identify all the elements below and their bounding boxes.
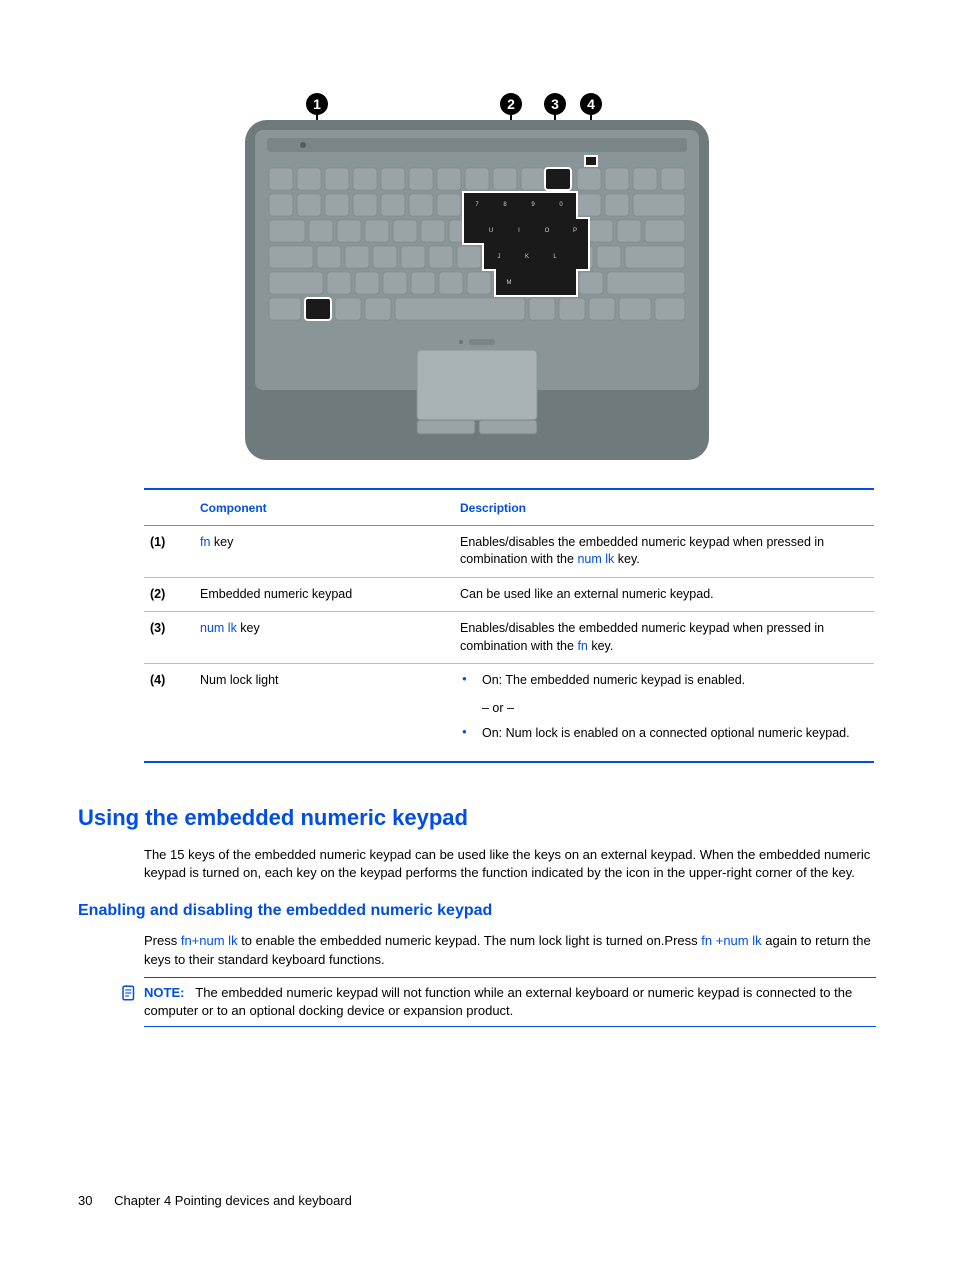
note-label: NOTE:	[144, 985, 184, 1000]
keyboard-diagram: 1 2 3 4	[237, 90, 717, 470]
para-using-keypad: The 15 keys of the embedded numeric keyp…	[144, 846, 876, 882]
svg-text:O: O	[545, 228, 550, 234]
svg-text:3: 3	[551, 96, 559, 112]
svg-text:U: U	[489, 228, 493, 234]
component-table: Component Description (1) fn key Enables…	[144, 488, 874, 763]
svg-text:2: 2	[507, 96, 515, 112]
para-enabling: Press fn+num lk to enable the embedded n…	[144, 932, 876, 968]
svg-text:K: K	[525, 254, 529, 260]
note-icon	[120, 984, 138, 1002]
chapter-title: Chapter 4 Pointing devices and keyboard	[114, 1193, 352, 1208]
heading-enabling: Enabling and disabling the embedded nume…	[78, 900, 876, 922]
table-row: (2) Embedded numeric keypad Can be used …	[144, 577, 874, 612]
svg-text:J: J	[498, 254, 501, 260]
page-number: 30	[78, 1193, 92, 1208]
table-row: (3) num lk key Enables/disables the embe…	[144, 612, 874, 664]
svg-text:1: 1	[313, 96, 321, 112]
page-footer: 30 Chapter 4 Pointing devices and keyboa…	[78, 1192, 352, 1210]
heading-using-keypad: Using the embedded numeric keypad	[78, 803, 876, 834]
note-block: NOTE: The embedded numeric keypad will n…	[144, 977, 876, 1027]
note-text: The embedded numeric keypad will not fun…	[144, 985, 852, 1018]
svg-text:M: M	[507, 280, 512, 286]
svg-text:P: P	[573, 228, 577, 234]
svg-text:4: 4	[587, 96, 595, 112]
header-component: Component	[194, 489, 454, 525]
table-row: (1) fn key Enables/disables the embedded…	[144, 525, 874, 577]
table-row: (4) Num lock light On: The embedded nume…	[144, 664, 874, 762]
header-description: Description	[454, 489, 874, 525]
